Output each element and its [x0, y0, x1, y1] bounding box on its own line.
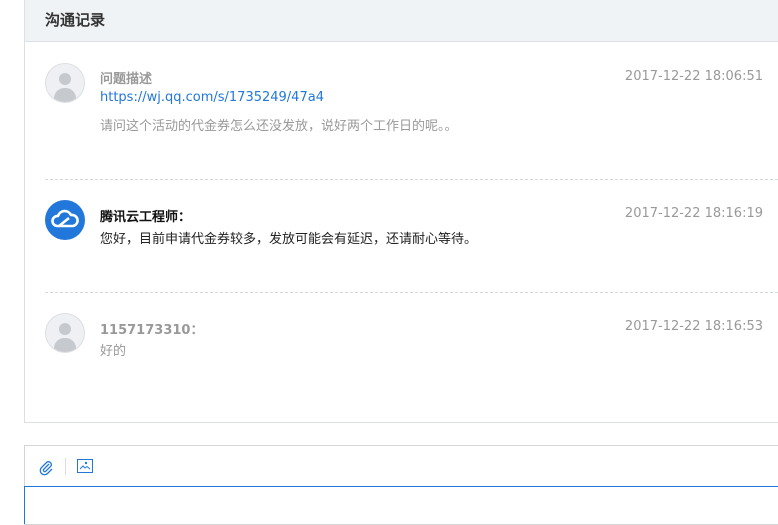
- message-link[interactable]: https://wj.qq.com/s/1735249/47a4: [100, 90, 324, 105]
- toolbar-divider: [65, 458, 66, 475]
- message-text: 好的: [100, 344, 127, 359]
- image-upload-icon[interactable]: [77, 459, 93, 477]
- tencent-cloud-icon: [45, 200, 85, 240]
- message-author: 腾讯云工程师：: [100, 210, 192, 225]
- message-time: 2017-12-22 18:06:51: [624, 69, 763, 84]
- panel-title: 沟通记录: [25, 0, 778, 42]
- message-time: 2017-12-22 18:16:53: [624, 319, 763, 334]
- reply-editor: [24, 445, 778, 525]
- divider: [45, 179, 778, 180]
- message-text: 您好，目前申请代金券较多，发放可能会有延迟，还请耐心等待。: [100, 232, 478, 247]
- message-author: 问题描述: [100, 72, 153, 87]
- message-author: 1157173310：: [100, 323, 204, 338]
- editor-toolbar: [25, 446, 778, 486]
- user-avatar-icon: [45, 63, 85, 103]
- user-avatar-icon: [45, 313, 85, 353]
- message-text: 请问这个活动的代金券怎么还没发放，说好两个工作日的呢。。: [100, 119, 458, 134]
- reply-textarea[interactable]: [24, 486, 778, 524]
- message-time: 2017-12-22 18:16:19: [624, 206, 763, 221]
- communication-record-panel: 沟通记录 问题描述 2017-12-22 18:06:51 https://wj…: [24, 0, 778, 423]
- attachment-icon[interactable]: [37, 458, 55, 480]
- divider: [45, 292, 778, 293]
